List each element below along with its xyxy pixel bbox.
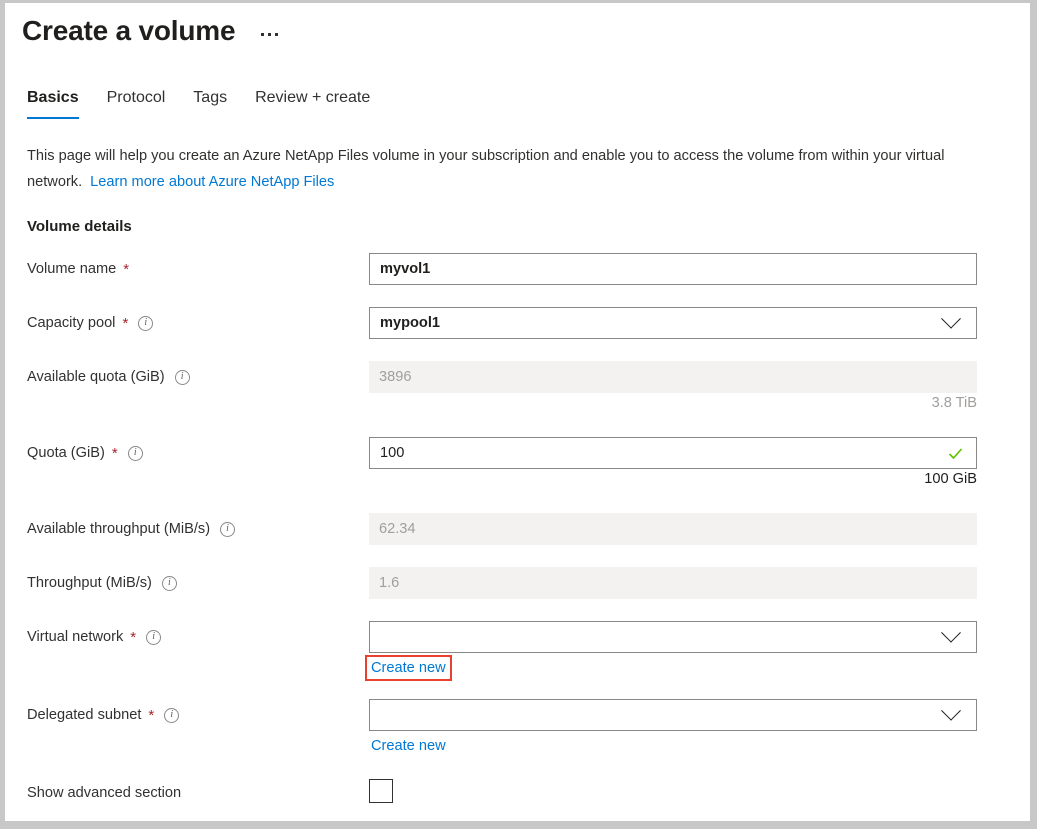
control-volume-name: myvol1	[369, 253, 977, 285]
field-row-virtual-network: Virtual network * i Create new	[5, 621, 1030, 675]
field-row-capacity-pool: Capacity pool * i mypool1	[5, 307, 1030, 361]
spacer	[5, 415, 1030, 437]
available-quota-readonly-field: 3896	[369, 361, 977, 393]
label-virtual-network-text: Virtual network	[27, 629, 123, 645]
info-icon[interactable]: i	[162, 576, 177, 591]
throughput-readonly-field: 1.6	[369, 567, 977, 599]
ellipsis-dot	[261, 33, 264, 36]
more-options-icon[interactable]	[257, 27, 282, 42]
control-virtual-network	[369, 621, 977, 653]
field-row-volume-name: Volume name * myvol1	[5, 253, 1030, 307]
volume-details-form: Volume name * myvol1 Capacity pool * i m…	[5, 253, 1030, 821]
control-delegated-subnet	[369, 699, 977, 731]
chevron-down-icon	[941, 623, 961, 643]
tab-basics[interactable]: Basics	[25, 87, 93, 119]
field-row-available-throughput: Available throughput (MiB/s) i 62.34	[5, 513, 1030, 567]
virtual-network-dropdown[interactable]	[369, 621, 977, 653]
label-capacity-pool-text: Capacity pool	[27, 315, 115, 331]
label-show-advanced-text: Show advanced section	[27, 785, 181, 801]
label-virtual-network: Virtual network * i	[27, 629, 161, 645]
ellipsis-dot	[268, 33, 271, 36]
tab-strip: Basics Protocol Tags Review + create	[25, 87, 384, 119]
info-icon[interactable]: i	[220, 522, 235, 537]
label-quota: Quota (GiB) * i	[27, 445, 143, 461]
info-icon[interactable]: i	[175, 370, 190, 385]
section-heading-volume-details: Volume details	[27, 218, 132, 235]
chevron-down-icon	[941, 309, 961, 329]
info-icon[interactable]: i	[128, 446, 143, 461]
field-row-show-advanced: Show advanced section	[5, 777, 1030, 821]
required-asterisk: *	[122, 316, 128, 331]
capacity-pool-dropdown[interactable]: mypool1	[369, 307, 977, 339]
label-volume-name-text: Volume name	[27, 261, 116, 277]
volume-name-input[interactable]: myvol1	[369, 253, 977, 285]
label-show-advanced: Show advanced section	[27, 785, 181, 801]
control-available-throughput: 62.34	[369, 513, 977, 545]
quota-value: 100	[380, 445, 404, 461]
spacer	[5, 753, 1030, 777]
label-throughput-text: Throughput (MiB/s)	[27, 575, 152, 591]
control-capacity-pool: mypool1	[369, 307, 977, 339]
label-available-quota-text: Available quota (GiB)	[27, 369, 165, 385]
label-capacity-pool: Capacity pool * i	[27, 315, 153, 331]
spacer	[5, 491, 1030, 513]
tab-review-create[interactable]: Review + create	[241, 87, 384, 119]
quota-helper-text: 100 GiB	[369, 471, 977, 487]
create-volume-blade: Create a volume Basics Protocol Tags Rev…	[5, 3, 1030, 821]
available-quota-helper-text: 3.8 TiB	[369, 395, 977, 411]
spacer	[5, 675, 1030, 699]
label-delegated-subnet-text: Delegated subnet	[27, 707, 141, 723]
tab-tags[interactable]: Tags	[179, 87, 241, 119]
label-available-quota: Available quota (GiB) i	[27, 369, 190, 385]
delegated-subnet-dropdown[interactable]	[369, 699, 977, 731]
learn-more-link[interactable]: Learn more about Azure NetApp Files	[90, 174, 334, 190]
show-advanced-checkbox[interactable]	[369, 779, 393, 803]
page-title: Create a volume	[22, 11, 235, 51]
chevron-down-icon	[941, 701, 961, 721]
field-row-quota: Quota (GiB) * i 100 100 GiB	[5, 437, 1030, 491]
required-asterisk: *	[123, 262, 129, 277]
control-available-quota: 3896	[369, 361, 977, 393]
intro-paragraph: This page will help you create an Azure …	[27, 143, 999, 195]
label-available-throughput-text: Available throughput (MiB/s)	[27, 521, 210, 537]
capacity-pool-selected-value: mypool1	[380, 315, 440, 331]
label-throughput: Throughput (MiB/s) i	[27, 575, 177, 591]
valid-check-icon	[947, 445, 964, 462]
required-asterisk: *	[130, 630, 136, 645]
create-new-delegated-subnet-link[interactable]: Create new	[369, 735, 448, 757]
window-frame: Create a volume Basics Protocol Tags Rev…	[0, 0, 1037, 829]
ellipsis-dot	[275, 33, 278, 36]
label-delegated-subnet: Delegated subnet * i	[27, 707, 179, 723]
required-asterisk: *	[112, 446, 118, 461]
field-row-throughput: Throughput (MiB/s) i 1.6	[5, 567, 1030, 621]
field-row-available-quota: Available quota (GiB) i 3896 3.8 TiB	[5, 361, 1030, 415]
label-volume-name: Volume name *	[27, 261, 129, 277]
create-new-virtual-network-link[interactable]: Create new	[365, 655, 452, 681]
label-quota-text: Quota (GiB)	[27, 445, 105, 461]
info-icon[interactable]: i	[164, 708, 179, 723]
tab-protocol[interactable]: Protocol	[93, 87, 180, 119]
available-throughput-readonly-field: 62.34	[369, 513, 977, 545]
control-throughput: 1.6	[369, 567, 977, 599]
info-icon[interactable]: i	[146, 630, 161, 645]
quota-input[interactable]: 100	[369, 437, 977, 469]
info-icon[interactable]: i	[138, 316, 153, 331]
required-asterisk: *	[148, 708, 154, 723]
blade-header: Create a volume	[22, 11, 1002, 51]
field-row-delegated-subnet: Delegated subnet * i Create new	[5, 699, 1030, 753]
control-quota: 100	[369, 437, 977, 469]
label-available-throughput: Available throughput (MiB/s) i	[27, 521, 235, 537]
